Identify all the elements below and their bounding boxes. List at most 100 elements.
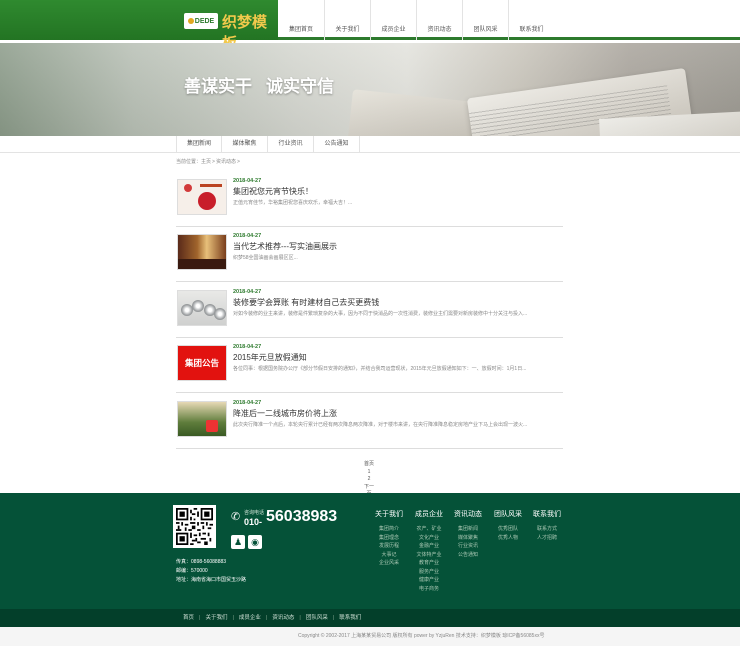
footer-link[interactable]: 优秀人物 [488,534,528,543]
footer-nav: 首页 | 关于我们 | 成员企业 | 资讯动态 | 团队风采 | 联系我们 [0,609,740,627]
footer-col-heading[interactable]: 资讯动态 [448,509,488,519]
nav-item-members[interactable]: 成员企业 [370,0,416,40]
footer-link[interactable]: 企业风采 [369,559,409,568]
news-date: 2018-04-27 [233,400,262,406]
footer-link[interactable]: 媒体聚焦 [448,534,488,543]
news-thumbnail[interactable] [177,290,227,326]
footer-link[interactable]: 人才招聘 [527,534,567,543]
pager-first[interactable]: 首页 [362,461,376,469]
footer-col-about: 关于我们 集团简介 集团理念 发展历程 大事记 企业风采 [369,509,409,568]
news-thumbnail[interactable] [177,401,227,437]
footer-nav-team[interactable]: 团队风采 [301,609,333,627]
footer-col-team: 团队风采 优秀团队 优秀人物 [488,509,528,542]
footer-col-heading[interactable]: 成员企业 [409,509,449,519]
news-title[interactable]: 集团祝您元宵节快乐！ [233,186,313,197]
logo-area[interactable]: DEDE 织梦模板 [0,0,278,52]
footer-link[interactable]: 文体特产业 [409,551,449,560]
logo-badge: DEDE [184,13,218,29]
footer-link[interactable]: 优秀团队 [488,525,528,534]
footer-col-news: 资讯动态 集团新闻 媒体聚焦 行业资讯 公告通知 [448,509,488,559]
notice-thumb-text: 集团公告 [184,358,219,368]
tab-announcements[interactable]: 公告通知 [314,136,360,153]
list-item[interactable]: 2018-04-27 装修要学会算账 有时建材自己去买更费钱 对如今装修的业主来… [176,283,563,338]
footer-col-heading[interactable]: 团队风采 [488,509,528,519]
footer-link[interactable]: 健康产业 [409,576,449,585]
footer-link[interactable]: 金融产业 [409,542,449,551]
main-nav: 集团首页 关于我们 成员企业 资讯动态 团队风采 联系我们 [278,0,554,40]
list-item[interactable]: 2018-04-27 当代艺术推荐---写实油画展示 织梦58全国油画会画展区区… [176,227,563,282]
list-item[interactable]: 2018-04-27 集团祝您元宵节快乐！ 正值元宵佳节，华裕集团祝您喜庆欢乐，… [176,172,563,227]
breadcrumb-sep: > [212,159,215,165]
contact-postcode: 邮编：570000 [176,568,208,574]
breadcrumb-label: 当前位置： [176,159,202,165]
phone-number: 56038983 [266,508,338,525]
nav-item-home[interactable]: 集团首页 [278,0,324,40]
qr-code-icon [176,508,213,545]
pager-page-2[interactable]: 2 [362,476,376,484]
news-title[interactable]: 2015年元旦放假通知 [233,352,307,363]
news-title[interactable]: 装修要学会算账 有时建材自己去买更费钱 [233,297,379,308]
footer-nav-home[interactable]: 首页 [178,609,199,627]
footer-link[interactable]: 大事记 [369,551,409,560]
news-thumbnail[interactable]: 集团公告 [177,345,227,381]
logo-dot-icon [187,18,194,24]
news-summary: 织梦58全国油画会画展区区... [233,255,298,261]
banner [0,43,740,136]
nav-item-contact[interactable]: 联系我们 [508,0,554,40]
copyright-bar: Copyright © 2002-2017 上海某某贸易公司 版权所有 powe… [0,627,740,646]
footer-col-heading[interactable]: 联系我们 [527,509,567,519]
news-thumbnail[interactable] [177,179,227,215]
news-date: 2018-04-27 [233,233,262,239]
news-title[interactable]: 降准后一二线城市房价将上涨 [233,408,337,419]
nav-item-about[interactable]: 关于我们 [324,0,370,40]
footer-link[interactable]: 发展历程 [369,542,409,551]
footer-nav-contact[interactable]: 联系我们 [334,609,366,627]
footer-link[interactable]: 文化产业 [409,534,449,543]
footer-col-members: 成员企业 农产、矿业 文化产业 金融产业 文体特产业 教育产业 服务产业 健康产… [409,509,449,593]
footer-link[interactable]: 联系方式 [527,525,567,534]
contact-address: 地址：海南省海口市国贸玉沙路 [176,577,247,583]
footer-link[interactable]: 电子商务 [409,585,449,594]
news-date: 2018-04-27 [233,178,262,184]
list-item[interactable]: 2018-04-27 降准后一二线城市房价将上涨 此次央行降准一个点后，本轮央行… [176,394,563,449]
footer-link[interactable]: 集团理念 [369,534,409,543]
phone-prefix: 010- [244,517,263,527]
footer-link[interactable]: 行业资讯 [448,542,488,551]
pager-page-1[interactable]: 1 [362,469,376,477]
tab-group-news[interactable]: 集团新闻 [176,136,222,153]
list-item[interactable]: 集团公告 2018-04-27 2015年元旦放假通知 各位同事：根据国务院办公… [176,338,563,393]
hotline-label: 咨询电话 [244,510,265,516]
footer-link[interactable]: 集团简介 [369,525,409,534]
qq-icon[interactable]: ♟ [231,535,245,549]
tab-industry-news[interactable]: 行业资讯 [268,136,314,153]
footer-col-heading[interactable]: 关于我们 [369,509,409,519]
footer-link[interactable]: 农产、矿业 [409,525,449,534]
footer-link[interactable]: 教育产业 [409,559,449,568]
news-summary: 此次央行降准一个点后，本轮央行累计已经有两次降息两次降准，对于楼市来讲，在央行降… [233,422,528,428]
phone-icon: ✆ [231,511,241,523]
banner-slogan-1: 善谋实干 [184,77,252,97]
footer-link[interactable]: 集团新闻 [448,525,488,534]
qr-code [173,505,216,548]
footer-col-contact: 联系我们 联系方式 人才招聘 [527,509,567,542]
news-summary: 对如今装修的业主来讲，装修是件繁琐复杂的大事，因为不同于快消品的一次性消费，装修… [233,311,528,317]
breadcrumb-section[interactable]: 资讯动态 [216,159,236,165]
weibo-icon[interactable]: ◉ [248,535,262,549]
nav-item-news[interactable]: 资讯动态 [416,0,462,40]
news-thumbnail[interactable] [177,234,227,270]
tab-media-focus[interactable]: 媒体聚焦 [222,136,268,153]
breadcrumb-sep: > [236,159,240,165]
banner-slogan-2: 诚实守信 [266,77,334,97]
breadcrumb-home[interactable]: 主页 [201,159,211,165]
news-title[interactable]: 当代艺术推荐---写实油画展示 [233,241,337,252]
footer-nav-members[interactable]: 成员企业 [234,609,266,627]
footer-link[interactable]: 公告通知 [448,551,488,560]
news-date: 2018-04-27 [233,289,262,295]
news-summary: 各位同事：根据国务院办公厅《部分节假日安排的通知》，并结合我司运营现状，2015… [233,366,527,372]
contact-fax: 传真：0898-56088883 [176,559,227,565]
site-header: DEDE 织梦模板 集团首页 关于我们 成员企业 资讯动态 团队风采 联系我们 [0,0,740,52]
footer-link[interactable]: 服务产业 [409,568,449,577]
footer-nav-about[interactable]: 关于我们 [200,609,232,627]
footer-nav-news[interactable]: 资讯动态 [267,609,299,627]
nav-item-team[interactable]: 团队风采 [462,0,508,40]
